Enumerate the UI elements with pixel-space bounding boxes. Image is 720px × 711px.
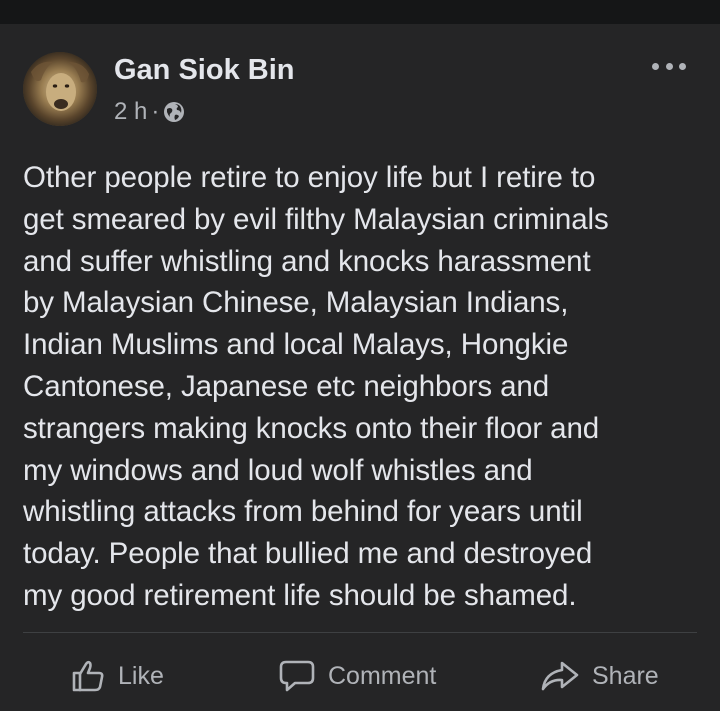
like-label: Like xyxy=(118,661,164,690)
more-options-button[interactable] xyxy=(652,56,686,76)
more-horizontal-icon-dot xyxy=(652,62,659,70)
post-meta: 2 h · xyxy=(114,98,185,126)
share-button[interactable]: Share xyxy=(540,656,659,696)
facebook-post-page: Gan Siok Bin 2 h · Other people retire t… xyxy=(0,0,720,711)
top-bar xyxy=(0,0,720,24)
comment-bubble-icon xyxy=(279,660,315,692)
action-bar: Like Comment Share xyxy=(0,648,720,708)
comment-button[interactable]: Comment xyxy=(278,656,436,696)
comment-label: Comment xyxy=(328,661,437,690)
share-arrow-icon xyxy=(541,661,579,691)
avatar[interactable] xyxy=(23,52,97,126)
globe-icon[interactable] xyxy=(163,101,185,123)
share-label: Share xyxy=(592,661,659,690)
thumbs-up-icon xyxy=(72,660,104,692)
post-text: Other people retire to enjoy life but I … xyxy=(23,161,609,612)
more-horizontal-icon-dot xyxy=(665,62,673,70)
divider xyxy=(23,632,697,633)
more-horizontal-icon-dot xyxy=(679,62,686,70)
meta-separator: · xyxy=(151,98,160,125)
post-card: Gan Siok Bin 2 h · Other people retire t… xyxy=(0,24,720,711)
lion-avatar-image xyxy=(23,52,97,126)
post-time[interactable]: 2 h xyxy=(114,98,147,126)
like-button[interactable]: Like xyxy=(70,656,164,696)
author-name[interactable]: Gan Siok Bin xyxy=(114,54,294,87)
